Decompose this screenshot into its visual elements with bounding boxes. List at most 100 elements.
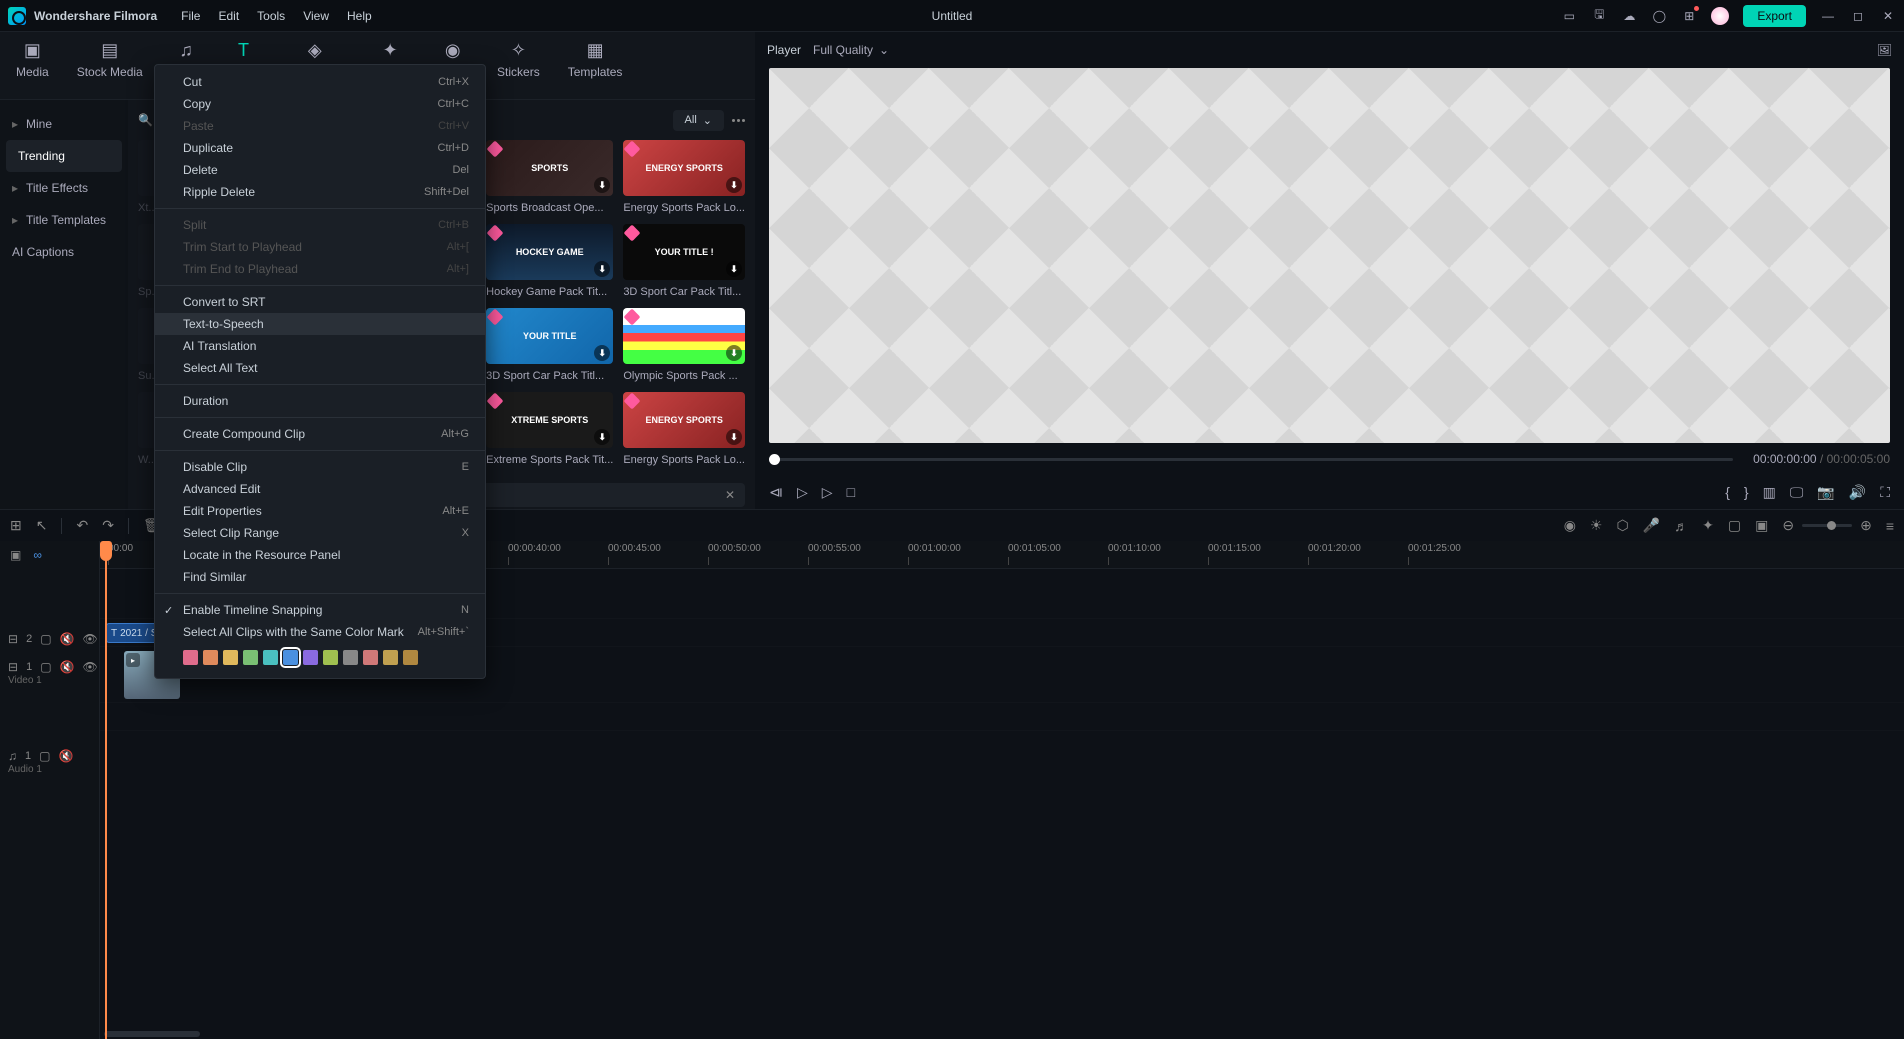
download-icon[interactable]: ⬇ — [726, 345, 742, 361]
magnet-icon[interactable]: ▣ — [10, 548, 21, 562]
preview-scrubber[interactable]: 00:00:00:00 / 00:00:05:00 — [769, 449, 1890, 469]
download-icon[interactable]: ⬇ — [594, 261, 610, 277]
menu-item-duplicate[interactable]: DuplicateCtrl+D — [155, 137, 485, 159]
menu-item-duration[interactable]: Duration — [155, 390, 485, 412]
close-notice-button[interactable]: ✕ — [725, 488, 735, 502]
sidebar-item-ai-captions[interactable]: AI Captions — [0, 236, 128, 268]
color-swatch[interactable] — [263, 650, 278, 665]
redo-button[interactable]: ↷ — [102, 517, 114, 534]
bell-icon[interactable]: ◯ — [1651, 8, 1667, 24]
next-frame-button[interactable]: ▷ — [822, 484, 833, 501]
display-icon[interactable]: 🖵 — [1790, 484, 1804, 501]
menu-item-disable-clip[interactable]: Disable ClipE — [155, 456, 485, 478]
menu-item-cut[interactable]: CutCtrl+X — [155, 71, 485, 93]
menu-item-select-all-clips-with-the-same-color-mark[interactable]: Select All Clips with the Same Color Mar… — [155, 621, 485, 643]
download-icon[interactable]: ⬇ — [726, 177, 742, 193]
asset-card[interactable]: ⬇Olympic Sports Pack ... — [623, 308, 745, 382]
menu-item-find-similar[interactable]: Find Similar — [155, 566, 485, 588]
menu-item-enable-timeline-snapping[interactable]: ✓Enable Timeline SnappingN — [155, 599, 485, 621]
asset-card[interactable]: ENERGY SPORTS⬇Energy Sports Pack Lo... — [623, 392, 745, 466]
minimize-icon[interactable]: — — [1820, 8, 1836, 24]
lock-icon[interactable]: ▢ — [39, 749, 50, 763]
color-swatch[interactable] — [283, 650, 298, 665]
download-icon[interactable]: ⬇ — [726, 429, 742, 445]
prev-frame-button[interactable]: ⧏ — [769, 484, 783, 501]
dashboard-icon[interactable]: ⊞ — [10, 517, 22, 534]
preview-canvas[interactable] — [769, 68, 1890, 443]
zoom-out-button[interactable]: ⊖ — [1782, 517, 1794, 534]
ai-button[interactable]: ◉ — [1564, 517, 1576, 534]
menu-item-select-all-text[interactable]: Select All Text — [155, 357, 485, 379]
color-swatch[interactable] — [323, 650, 338, 665]
playhead[interactable] — [100, 541, 101, 1039]
track-header-title[interactable]: ⊟2▢🔇👁 — [0, 625, 99, 653]
menu-file[interactable]: File — [181, 9, 200, 23]
more-options-button[interactable] — [732, 119, 745, 122]
user-avatar[interactable] — [1711, 7, 1729, 25]
pointer-icon[interactable]: ↖ — [36, 517, 48, 534]
visibility-icon[interactable]: 👁 — [82, 632, 97, 646]
stop-button[interactable]: □ — [847, 484, 855, 500]
menu-item-advanced-edit[interactable]: Advanced Edit — [155, 478, 485, 500]
snapshot-button[interactable]: 📷 — [1817, 484, 1834, 501]
music-icon[interactable]: ♬ — [1674, 518, 1688, 534]
mark-out-icon[interactable]: } — [1744, 484, 1749, 500]
undo-button[interactable]: ↶ — [76, 517, 88, 534]
color-swatch[interactable] — [243, 650, 258, 665]
auto-reframe-icon[interactable]: ✦ — [1702, 517, 1714, 534]
sidebar-item-title-templates[interactable]: ▸Title Templates — [0, 204, 128, 236]
layout-icon[interactable]: ▭ — [1561, 8, 1577, 24]
track-header-video[interactable] — [0, 686, 99, 742]
visibility-icon[interactable]: 👁 — [82, 660, 97, 674]
mark-in-icon[interactable]: { — [1725, 484, 1730, 500]
color-swatch[interactable] — [383, 650, 398, 665]
quality-dropdown[interactable]: Full Quality⌄ — [813, 43, 889, 57]
menu-item-convert-to-srt[interactable]: Convert to SRT — [155, 291, 485, 313]
menu-item-delete[interactable]: DeleteDel — [155, 159, 485, 181]
lock-icon[interactable]: ▢ — [40, 660, 51, 674]
timeline-settings-icon[interactable]: ≡ — [1886, 518, 1894, 534]
zoom-in-button[interactable]: ⊕ — [1860, 517, 1872, 534]
marker-icon[interactable]: ⬡ — [1616, 517, 1628, 534]
asset-card[interactable]: YOUR TITLE !⬇3D Sport Car Pack Titl... — [623, 224, 745, 298]
render-icon[interactable]: ▣ — [1755, 517, 1768, 534]
asset-card[interactable]: SPORTS⬇Sports Broadcast Ope... — [486, 140, 613, 214]
mute-icon[interactable]: 🔇 — [60, 660, 75, 674]
voice-icon[interactable]: 🎤 — [1643, 517, 1660, 534]
asset-card[interactable]: YOUR TITLE⬇3D Sport Car Pack Titl... — [486, 308, 613, 382]
color-swatch[interactable] — [303, 650, 318, 665]
menu-view[interactable]: View — [303, 9, 329, 23]
menu-help[interactable]: Help — [347, 9, 372, 23]
search-icon[interactable]: 🔍 — [138, 113, 153, 127]
color-swatch[interactable] — [203, 650, 218, 665]
player-label[interactable]: Player — [767, 43, 801, 57]
sidebar-item-title-effects[interactable]: ▸Title Effects — [0, 172, 128, 204]
color-swatch[interactable] — [343, 650, 358, 665]
asset-card[interactable]: XTREME SPORTS⬇Extreme Sports Pack Tit... — [486, 392, 613, 466]
crop-pan-icon[interactable]: ▢ — [1728, 517, 1741, 534]
color-swatch[interactable] — [363, 650, 378, 665]
tab-stock-media[interactable]: ▤Stock Media — [77, 40, 143, 99]
mute-icon[interactable]: 🔇 — [58, 749, 73, 763]
download-icon[interactable]: ⬇ — [594, 177, 610, 193]
volume-icon[interactable]: 🔊 — [1849, 484, 1866, 501]
sidebar-item-mine[interactable]: ▸Mine — [0, 108, 128, 140]
fullscreen-icon[interactable]: ⛶ — [1880, 484, 1890, 501]
menu-item-ai-translation[interactable]: AI Translation — [155, 335, 485, 357]
download-icon[interactable]: ⬇ — [726, 261, 742, 277]
link-icon[interactable]: ∞ — [33, 548, 42, 562]
play-button[interactable]: ▷ — [797, 484, 808, 501]
menu-tools[interactable]: Tools — [257, 9, 285, 23]
save-icon[interactable]: 🖫 — [1591, 8, 1607, 24]
filter-dropdown[interactable]: All⌄ — [673, 110, 724, 131]
menu-item-select-clip-range[interactable]: Select Clip RangeX — [155, 522, 485, 544]
compare-icon[interactable]: ▥ — [1763, 484, 1776, 501]
color-icon[interactable]: ☀ — [1590, 517, 1603, 534]
horizontal-scrollbar[interactable] — [100, 1031, 1904, 1037]
lock-icon[interactable]: ▢ — [40, 632, 51, 646]
menu-item-edit-properties[interactable]: Edit PropertiesAlt+E — [155, 500, 485, 522]
color-swatch[interactable] — [183, 650, 198, 665]
menu-item-copy[interactable]: CopyCtrl+C — [155, 93, 485, 115]
apps-icon[interactable]: ⊞ — [1681, 8, 1697, 24]
close-icon[interactable]: ✕ — [1880, 8, 1896, 24]
